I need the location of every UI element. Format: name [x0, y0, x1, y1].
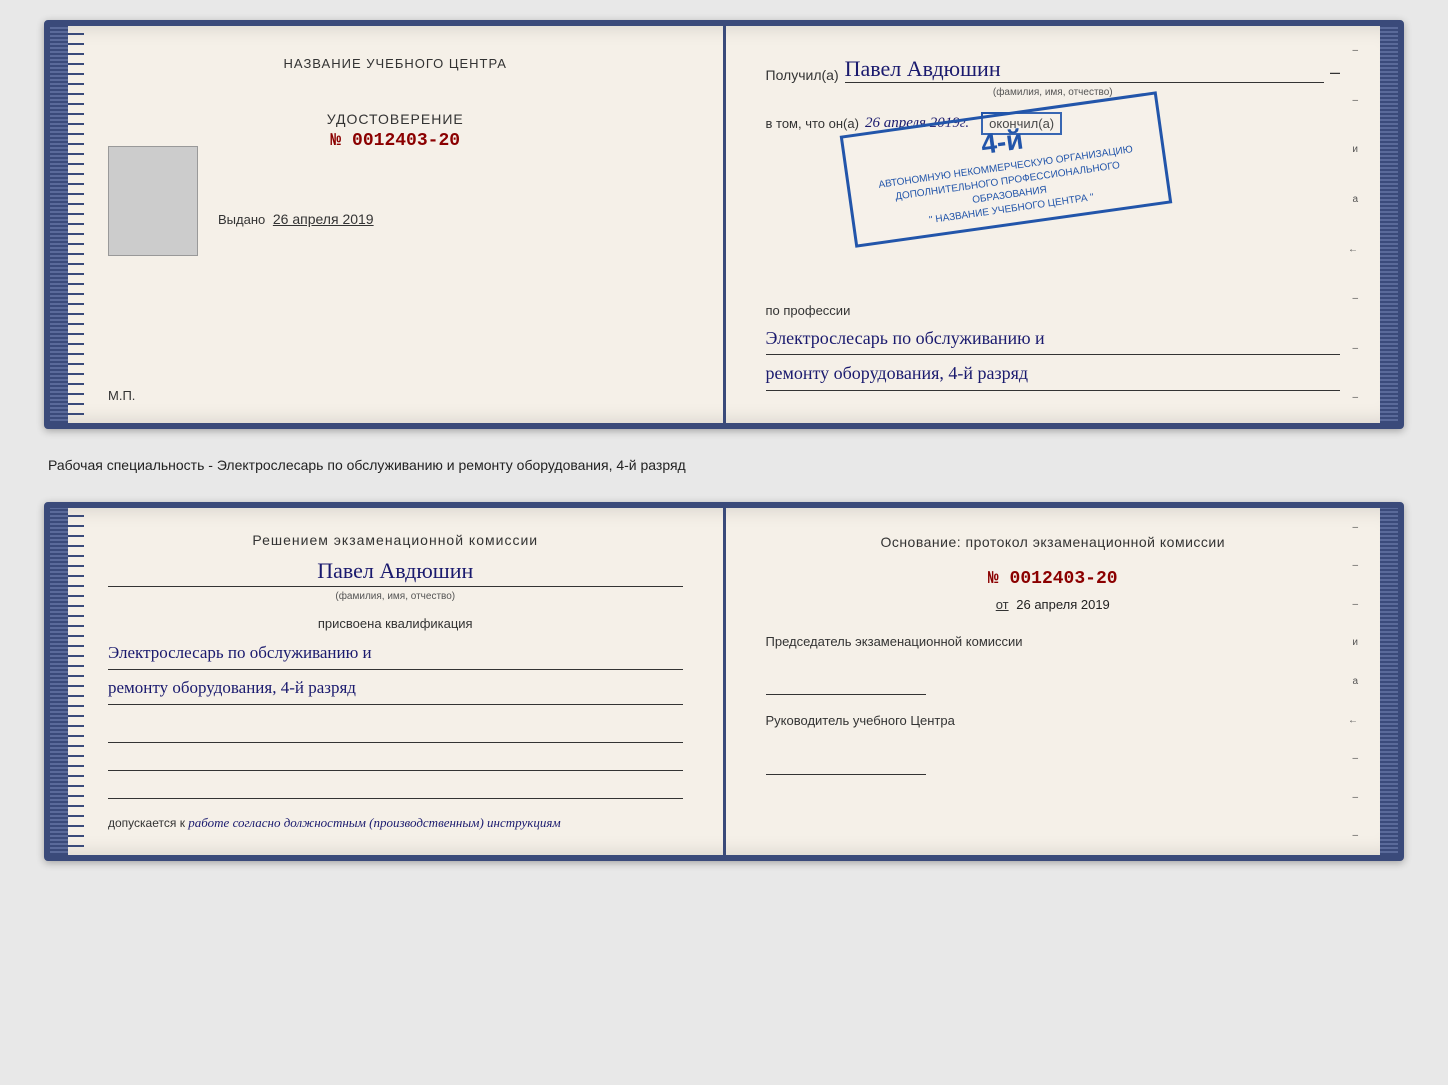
left-spine	[50, 26, 68, 423]
left-decoration	[68, 26, 84, 423]
specialty-description: Рабочая специальность - Электрослесарь п…	[48, 457, 686, 473]
qualification-line1: Электрослесарь по обслуживанию и	[108, 637, 683, 670]
prisvoena-label: присвоена квалификация	[108, 616, 683, 631]
osnovanie-title: Основание: протокол экзаменационной коми…	[766, 532, 1341, 553]
bottom-doc-right: Основание: протокол экзаменационной коми…	[726, 508, 1381, 856]
top-document: НАЗВАНИЕ УЧЕБНОГО ЦЕНТРА УДОСТОВЕРЕНИЕ №…	[44, 20, 1404, 429]
top-doc-left: НАЗВАНИЕ УЧЕБНОГО ЦЕНТРА УДОСТОВЕРЕНИЕ №…	[68, 26, 726, 423]
bottom-doc-left: Решением экзаменационной комиссии Павел …	[68, 508, 726, 856]
profession-line2: ремонту оборудования, 4-й разряд	[766, 357, 1341, 390]
predsedatel-label: Председатель экзаменационной комиссии	[766, 632, 1341, 652]
qualification-line2: ремонту оборудования, 4-й разряд	[108, 672, 683, 705]
dash: –	[1330, 62, 1340, 83]
bottom-right-side-marks: – – – и а ← – – –	[1344, 508, 1358, 856]
mp-label: М.П.	[108, 388, 135, 403]
stamp-area: 4-й АВТОНОМНУЮ НЕКОММЕРЧЕСКУЮ ОРГАНИЗАЦИ…	[766, 143, 1341, 233]
dopuskaetsya-section: допускается к работе согласно должностны…	[108, 815, 683, 831]
po-professii-label: по профессии	[766, 303, 1341, 318]
resheniem-title: Решением экзаменационной комиссии	[108, 532, 683, 548]
predsedatel-signature-line	[766, 671, 926, 695]
number-value: 0012403-20	[352, 131, 460, 151]
right-spine	[1380, 26, 1398, 423]
rukovoditel-label: Руководитель учебного Центра	[766, 711, 1341, 731]
top-doc-right: Получил(a) Павел Авдюшин – (фамилия, имя…	[726, 26, 1381, 423]
profession-section: по профессии Электрослесарь по обслужива…	[766, 303, 1341, 391]
poluchil-line: Получил(a) Павел Авдюшин –	[766, 56, 1341, 83]
proto-prefix: №	[988, 569, 999, 589]
vtom-label: в том, что он(а)	[766, 116, 859, 131]
bottom-left-spine	[50, 508, 68, 856]
vydano-date: 26 апреля 2019	[273, 211, 374, 227]
bottom-left-decoration	[68, 508, 84, 856]
ot-date-line: от 26 апреля 2019	[766, 597, 1341, 612]
profession-line1: Электрослесарь по обслуживанию и	[766, 322, 1341, 355]
photo-area	[108, 146, 198, 256]
proto-number: 0012403-20	[1010, 569, 1118, 589]
bottom-document: Решением экзаменационной комиссии Павел …	[44, 502, 1404, 862]
blank-line-3	[108, 775, 683, 799]
center-name-label: НАЗВАНИЕ УЧЕБНОГО ЦЕНТРА	[108, 56, 683, 71]
between-text: Рабочая специальность - Электрослесарь п…	[44, 447, 1404, 484]
poluchil-label: Получил(a)	[766, 67, 839, 83]
protocol-number: № 0012403-20	[766, 569, 1341, 589]
bottom-fio-label: (фамилия, имя, отчество)	[108, 591, 683, 602]
blank-line-2	[108, 747, 683, 771]
udostoverenie-title: УДОСТОВЕРЕНИЕ	[108, 111, 683, 127]
rukovoditel-signature-line	[766, 751, 926, 775]
bottom-right-spine	[1380, 508, 1398, 856]
vydano-label: Выдано	[218, 212, 265, 227]
blank-line-1	[108, 719, 683, 743]
bottom-recipient-name: Павел Авдюшин	[108, 558, 683, 587]
signature-section: Председатель экзаменационной комиссии Ру…	[766, 632, 1341, 775]
fio-label-top: (фамилия, имя, отчество)	[766, 87, 1341, 98]
dopuskaetsya-label: допускается к	[108, 816, 185, 830]
recipient-name: Павел Авдюшин	[845, 56, 1324, 83]
number-prefix: №	[330, 131, 341, 151]
ot-label: от	[996, 597, 1009, 612]
right-side-marks: – – и а ← – – –	[1344, 26, 1358, 423]
dopuskaetsya-text: работе согласно должностным (производств…	[188, 815, 560, 830]
signature-lines	[108, 719, 683, 799]
ot-date-value: 26 апреля 2019	[1016, 597, 1110, 612]
